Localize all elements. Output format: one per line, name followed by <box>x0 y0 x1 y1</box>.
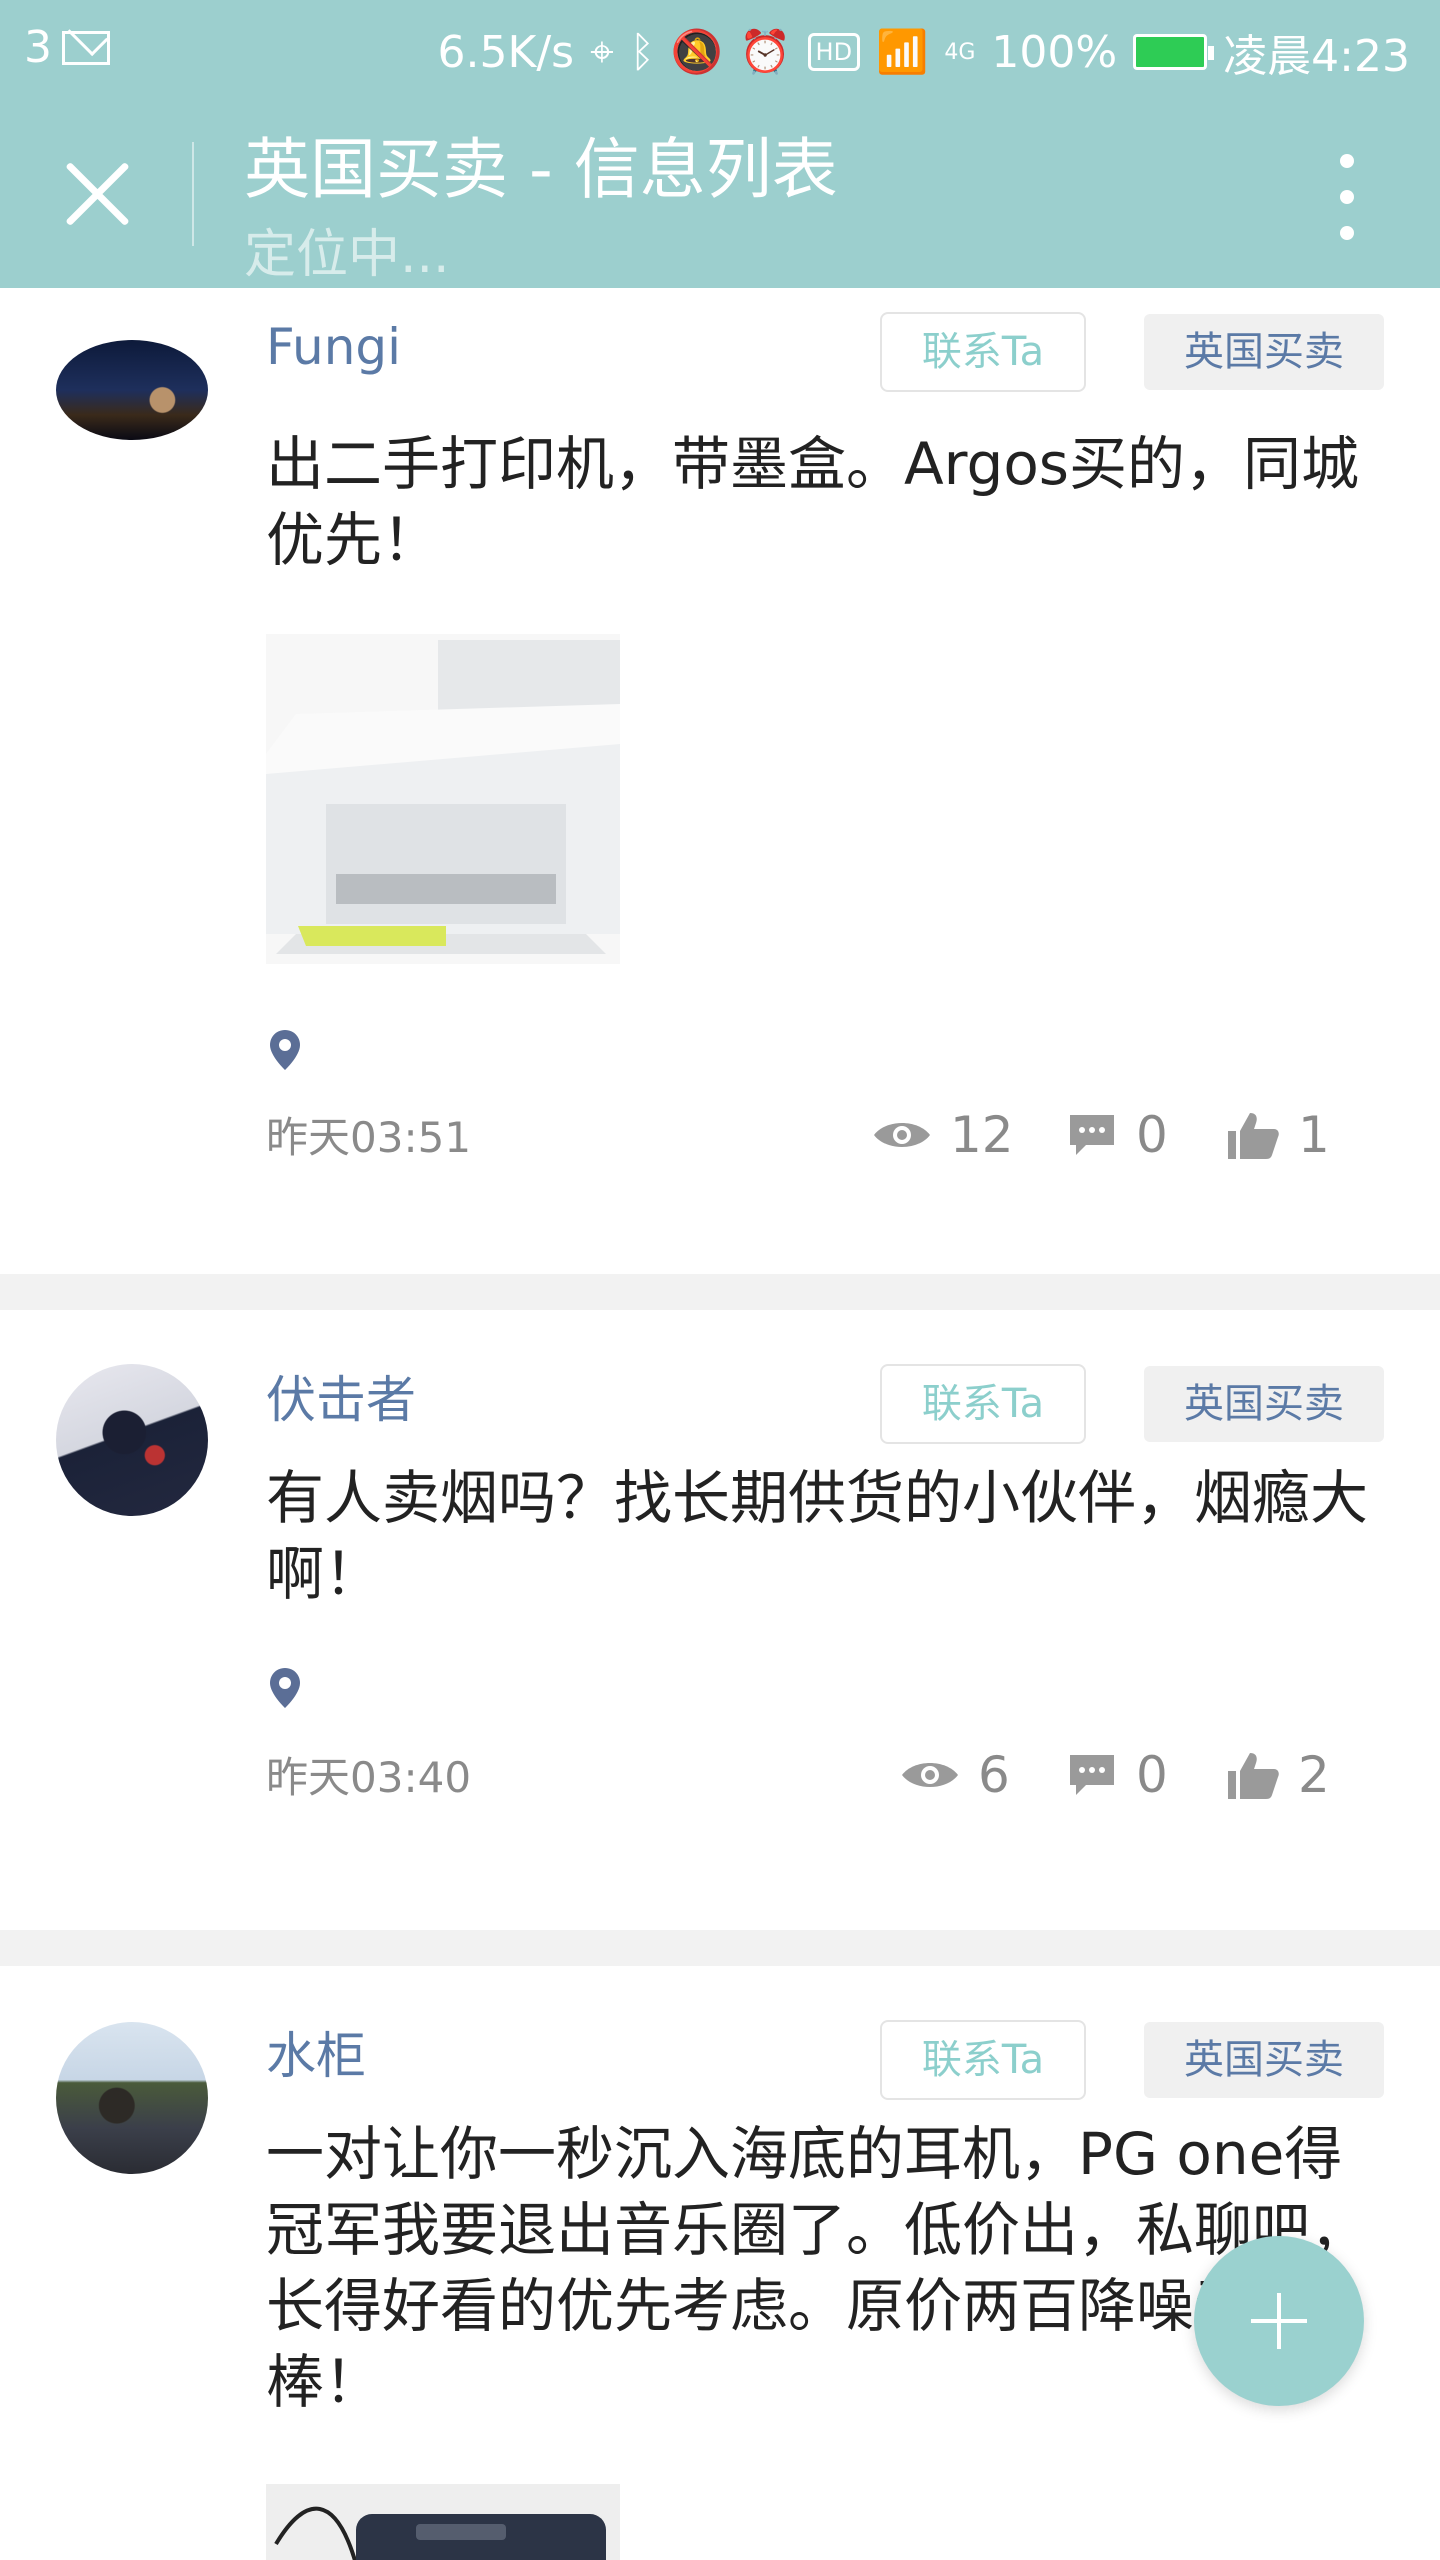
eye-icon <box>874 1123 930 1147</box>
add-post-button[interactable] <box>1194 2236 1364 2406</box>
username[interactable]: Fungi <box>266 318 401 376</box>
mail-icon <box>62 30 110 65</box>
location-pin-icon <box>270 1030 300 1070</box>
category-tag[interactable]: 英国买卖 <box>1144 2022 1384 2098</box>
clock: 凌晨4:23 <box>1223 31 1410 82</box>
thumbs-up-icon <box>1228 1113 1279 1159</box>
net-speed: 6.5K/s <box>437 26 575 78</box>
post-image-headphones[interactable] <box>266 2484 620 2560</box>
top-bar: 3 6.5K/s ⌖ ᛒ 🔕 ⏰ HD 📶 4G 100% 凌晨4:23 英国买… <box>0 0 1440 288</box>
like-count-value: 2 <box>1298 1746 1330 1804</box>
hd-badge: HD <box>807 33 861 71</box>
view-count-value: 6 <box>978 1746 1010 1804</box>
comment-icon <box>1070 1115 1114 1155</box>
bluetooth-icon: ᛒ <box>629 27 655 76</box>
like-count-value: 1 <box>1298 1106 1330 1164</box>
close-icon[interactable] <box>56 152 140 236</box>
header-divider <box>192 142 194 246</box>
contact-button[interactable]: 联系Ta <box>880 2020 1086 2100</box>
like-count[interactable]: 2 <box>1226 1746 1330 1804</box>
post-content[interactable]: 有人卖烟吗？找长期供货的小伙伴，烟瘾大啊！ <box>266 1460 1396 1612</box>
avatar[interactable] <box>56 340 208 440</box>
contact-button[interactable]: 联系Ta <box>880 312 1086 392</box>
status-bar: 3 6.5K/s ⌖ ᛒ 🔕 ⏰ HD 📶 4G 100% 凌晨4:23 <box>0 0 1440 100</box>
eye-icon <box>902 1763 958 1787</box>
comment-count[interactable]: 0 <box>1066 1106 1168 1164</box>
view-count: 12 <box>872 1106 1014 1164</box>
view-count: 6 <box>900 1746 1010 1804</box>
like-count[interactable]: 1 <box>1226 1106 1330 1164</box>
post-feed: Fungi 联系Ta 英国买卖 出二手打印机，带墨盒。Argos买的，同城优先！… <box>0 288 1440 2560</box>
mute-icon: 🔕 <box>670 27 724 76</box>
view-count-value: 12 <box>950 1106 1014 1164</box>
post-image-printer[interactable] <box>266 634 620 964</box>
username[interactable]: 水柜 <box>266 2016 366 2088</box>
comment-count-value: 0 <box>1136 1106 1168 1164</box>
more-vertical-icon[interactable] <box>1332 154 1362 240</box>
post-item[interactable]: Fungi 联系Ta 英国买卖 出二手打印机，带墨盒。Argos买的，同城优先！… <box>0 288 1440 1274</box>
post-content[interactable]: 出二手打印机，带墨盒。Argos买的，同城优先！ <box>266 426 1396 578</box>
category-tag[interactable]: 英国买卖 <box>1144 314 1384 390</box>
post-item[interactable]: 伏击者 联系Ta 英国买卖 有人卖烟吗？找长期供货的小伙伴，烟瘾大啊！ 昨天03… <box>0 1310 1440 1930</box>
post-separator <box>0 1930 1440 1966</box>
comment-count[interactable]: 0 <box>1066 1746 1168 1804</box>
page-title: 英国买卖 - 信息列表 <box>244 131 838 208</box>
thumbs-up-icon <box>1228 1753 1279 1799</box>
avatar[interactable] <box>56 2022 208 2174</box>
alarm-icon: ⏰ <box>739 27 792 76</box>
location-status-icon: ⌖ <box>590 27 614 76</box>
post-time: 昨天03:51 <box>266 1113 472 1162</box>
battery-percent: 100% <box>991 26 1118 78</box>
contact-button[interactable]: 联系Ta <box>880 1364 1086 1444</box>
wifi-icon: 📶 <box>876 27 929 76</box>
app-header: 英国买卖 - 信息列表 定位中... <box>0 100 1440 288</box>
comment-count-value: 0 <box>1136 1746 1168 1804</box>
location-status: 定位中... <box>244 225 450 285</box>
notification-count: 3 <box>24 22 52 73</box>
battery-icon <box>1133 34 1215 70</box>
category-tag[interactable]: 英国买卖 <box>1144 1366 1384 1442</box>
username[interactable]: 伏击者 <box>266 1360 416 1432</box>
avatar[interactable] <box>56 1364 208 1516</box>
comment-icon <box>1070 1755 1114 1795</box>
post-time: 昨天03:40 <box>266 1753 472 1802</box>
network-type: 4G <box>944 39 976 65</box>
location-pin-icon <box>270 1668 300 1708</box>
post-separator <box>0 1274 1440 1310</box>
